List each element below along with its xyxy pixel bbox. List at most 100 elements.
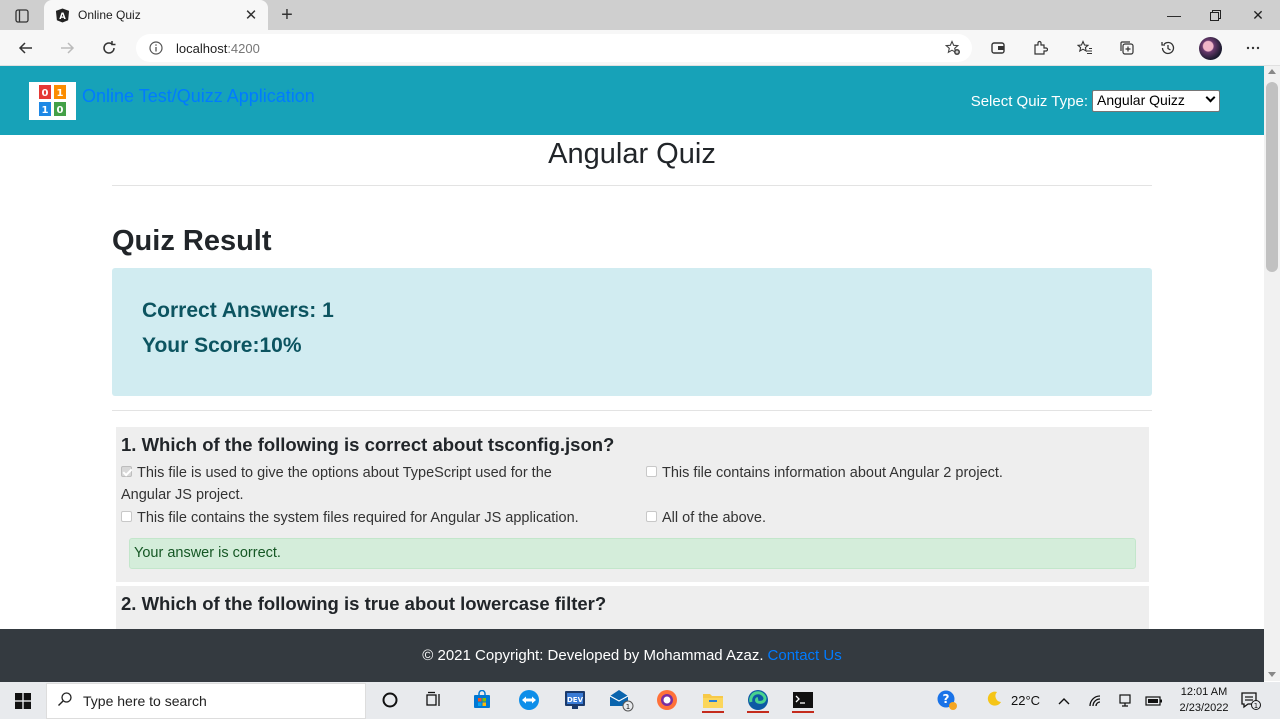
favorites-icon[interactable]	[1072, 35, 1098, 61]
option-label: This file contains information about Ang…	[662, 465, 1003, 481]
history-icon[interactable]	[1155, 35, 1181, 61]
divider	[112, 185, 1152, 186]
option-label: This file contains the system files requ…	[137, 510, 579, 526]
page-viewport: 0 1 1 0 Online Test/Quizz Application Se…	[0, 66, 1264, 629]
address-bar[interactable]: localhost:4200	[136, 34, 972, 62]
close-window-icon[interactable]: ✕	[1236, 0, 1280, 30]
extensions-icon[interactable]	[1027, 35, 1053, 61]
page-footer: © 2021 Copyright: Developed by Mohammad …	[0, 629, 1264, 682]
question-text: 1. Which of the following is correct abo…	[121, 434, 615, 455]
scroll-up-icon[interactable]	[1268, 69, 1276, 74]
time-text: 12:01 AM	[1180, 686, 1228, 698]
question-card: 1. Which of the following is correct abo…	[116, 427, 1149, 582]
app-logo[interactable]: 0 1 1 0	[29, 82, 76, 120]
answer-feedback: Your answer is correct.	[129, 538, 1136, 569]
checkbox[interactable]	[646, 466, 657, 477]
file-explorer-icon[interactable]	[698, 686, 728, 714]
quiz-type-select[interactable]: Angular Quizz	[1092, 90, 1220, 112]
windows-taskbar: Type here to search DEV 1 ? 22°C 12:01 A…	[0, 682, 1280, 719]
browser-tab-bar: A Online Quiz ✕ + — ✕	[0, 0, 1280, 30]
site-info-icon[interactable]	[148, 40, 164, 56]
answer-option[interactable]: This file contains the system files requ…	[121, 507, 579, 529]
svg-text:0: 0	[56, 105, 63, 116]
collections-icon[interactable]	[1114, 35, 1140, 61]
tab-actions-icon[interactable]	[8, 6, 36, 26]
cortana-icon[interactable]	[375, 686, 405, 714]
help-icon[interactable]: ?	[932, 686, 962, 714]
taskbar-search-box[interactable]: Type here to search	[46, 683, 366, 719]
forward-icon[interactable]	[54, 35, 80, 61]
question-card: 2. Which of the following is true about …	[116, 586, 1149, 629]
add-favorite-icon[interactable]	[944, 39, 962, 57]
brand-link[interactable]: Online Test/Quizz Application	[82, 86, 315, 107]
checkbox-checked[interactable]	[121, 466, 132, 477]
checkbox[interactable]	[121, 511, 132, 522]
new-tab-icon[interactable]: +	[276, 4, 298, 26]
weather-widget[interactable]: 22°C	[985, 682, 1040, 719]
navbar: 0 1 1 0 Online Test/Quizz Application Se…	[0, 66, 1264, 135]
page-title: Angular Quiz	[548, 138, 716, 170]
answer-option[interactable]: All of the above.	[646, 507, 766, 529]
score-summary-panel: Correct Answers: 1 Your Score:10%	[112, 268, 1152, 396]
edge-browser-icon[interactable]	[743, 686, 773, 714]
option-label-continued: Angular JS project.	[121, 487, 244, 503]
active-indicator	[792, 711, 814, 713]
chevron-down-icon	[1205, 92, 1216, 103]
refresh-icon[interactable]	[96, 35, 122, 61]
show-hidden-icons-icon[interactable]	[1058, 682, 1070, 719]
more-menu-icon[interactable]	[1240, 35, 1266, 61]
profile-avatar[interactable]	[1199, 37, 1222, 60]
minimize-icon[interactable]: —	[1152, 0, 1196, 30]
wifi-icon[interactable]	[1088, 682, 1104, 719]
copyright-text: © 2021 Copyright: Developed by Mohammad …	[422, 647, 764, 664]
back-icon[interactable]	[13, 35, 39, 61]
question-text: 2. Which of the following is true about …	[121, 593, 607, 614]
notification-badge: 1	[1254, 702, 1258, 710]
windows-start-icon[interactable]	[0, 682, 46, 719]
battery-icon[interactable]	[1145, 682, 1163, 719]
divider	[112, 410, 1152, 411]
option-label: This file is used to give the options ab…	[137, 465, 552, 481]
svg-text:1: 1	[41, 105, 48, 116]
svg-text:?: ?	[943, 692, 950, 706]
svg-text:0: 0	[41, 88, 48, 99]
contact-us-link[interactable]: Contact Us	[768, 647, 842, 664]
microsoft-store-icon[interactable]	[467, 686, 497, 714]
firefox-icon[interactable]	[652, 686, 682, 714]
restore-icon[interactable]	[1193, 0, 1237, 30]
temperature-text: 22°C	[1011, 693, 1041, 708]
browser-toolbar: localhost:4200	[0, 30, 1280, 66]
quiz-type-selector: Select Quiz Type: Angular Quizz	[971, 90, 1220, 112]
network-icon[interactable]	[1117, 682, 1133, 719]
tab-close-icon[interactable]: ✕	[242, 6, 260, 24]
search-placeholder: Type here to search	[83, 693, 207, 709]
scroll-thumb[interactable]	[1266, 82, 1278, 272]
browser-tab[interactable]: A Online Quiz ✕	[44, 0, 268, 30]
quiz-type-selected-value: Angular Quizz	[1097, 92, 1185, 108]
answer-option[interactable]: This file is used to give the options ab…	[121, 462, 591, 506]
terminal-icon[interactable]	[788, 686, 818, 714]
notification-center-icon[interactable]: 1	[1240, 682, 1262, 719]
search-icon	[57, 691, 73, 712]
option-label: All of the above.	[662, 510, 766, 526]
moon-icon	[985, 690, 1003, 711]
active-indicator	[702, 711, 724, 713]
mail-icon[interactable]: 1	[606, 686, 636, 714]
quiz-type-label: Select Quiz Type:	[970, 92, 1088, 110]
teamviewer-icon[interactable]	[514, 686, 544, 714]
taskbar-clock[interactable]: 12:01 AM 2/23/2022	[1176, 684, 1232, 716]
quiz-result-heading: Quiz Result	[112, 225, 272, 257]
active-indicator	[747, 711, 769, 713]
angular-favicon-icon: A	[54, 7, 70, 23]
url-text: localhost:4200	[176, 40, 260, 56]
score-text: Your Score:10%	[142, 334, 302, 357]
checkbox[interactable]	[646, 511, 657, 522]
page-scrollbar[interactable]	[1264, 66, 1280, 681]
correct-answers-text: Correct Answers: 1	[142, 299, 334, 322]
task-view-icon[interactable]	[419, 686, 449, 714]
devtools-app-icon[interactable]: DEV	[560, 686, 590, 714]
collections-wallet-icon[interactable]	[985, 35, 1011, 61]
tab-title: Online Quiz	[78, 8, 141, 22]
answer-option[interactable]: This file contains information about Ang…	[646, 462, 1003, 484]
scroll-down-icon[interactable]	[1268, 672, 1276, 677]
